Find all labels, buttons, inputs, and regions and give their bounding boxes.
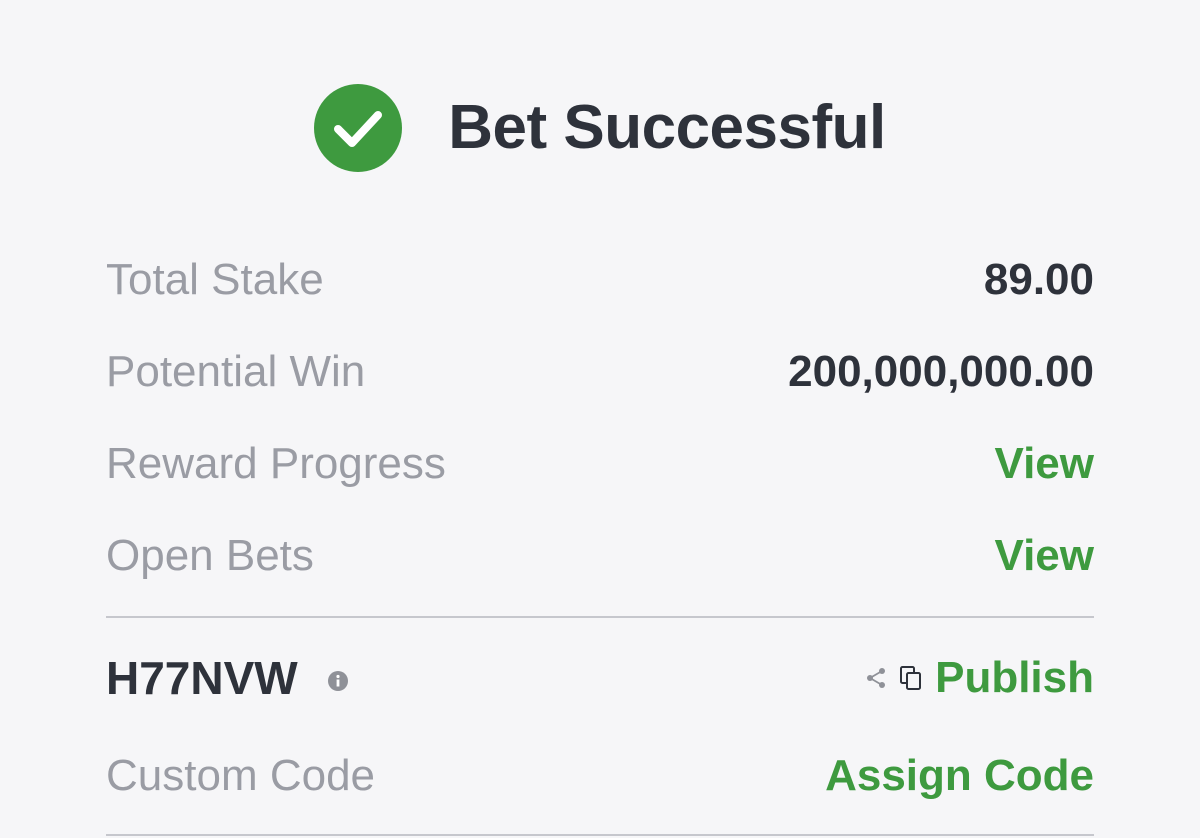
share-icon[interactable] bbox=[865, 667, 887, 689]
potential-win-row: Potential Win 200,000,000.00 bbox=[106, 342, 1094, 402]
booking-code-row: H77NVW Publish bbox=[106, 648, 1094, 708]
potential-win-label: Potential Win bbox=[106, 347, 366, 396]
info-icon[interactable] bbox=[327, 671, 348, 691]
page-title: Bet Successful bbox=[448, 93, 886, 162]
reward-progress-label: Reward Progress bbox=[106, 439, 446, 488]
bet-success-panel: Bet Successful Total Stake 89.00 Potenti… bbox=[0, 0, 1200, 838]
total-stake-label: Total Stake bbox=[106, 255, 324, 304]
divider bbox=[106, 616, 1094, 618]
custom-code-row: Custom Code Assign Code bbox=[106, 746, 1094, 806]
total-stake-row: Total Stake 89.00 bbox=[106, 250, 1094, 310]
reward-progress-row: Reward Progress View bbox=[106, 434, 1094, 494]
copy-icon[interactable] bbox=[899, 665, 923, 691]
assign-code-button[interactable]: Assign Code bbox=[825, 754, 1094, 798]
reward-progress-view-link[interactable]: View bbox=[995, 442, 1094, 486]
bottom-divider bbox=[106, 834, 1094, 836]
check-circle-icon bbox=[314, 84, 403, 172]
booking-code-group: H77NVW bbox=[106, 655, 348, 701]
open-bets-row: Open Bets View bbox=[106, 526, 1094, 586]
booking-actions: Publish bbox=[865, 656, 1094, 700]
potential-win-value: 200,000,000.00 bbox=[788, 347, 1094, 396]
success-header: Bet Successful bbox=[0, 82, 1200, 174]
total-stake-value: 89.00 bbox=[983, 255, 1094, 304]
open-bets-label: Open Bets bbox=[106, 531, 314, 580]
publish-button[interactable]: Publish bbox=[935, 656, 1094, 700]
booking-code: H77NVW bbox=[106, 652, 298, 704]
custom-code-label: Custom Code bbox=[106, 751, 376, 800]
open-bets-view-link[interactable]: View bbox=[995, 534, 1094, 578]
